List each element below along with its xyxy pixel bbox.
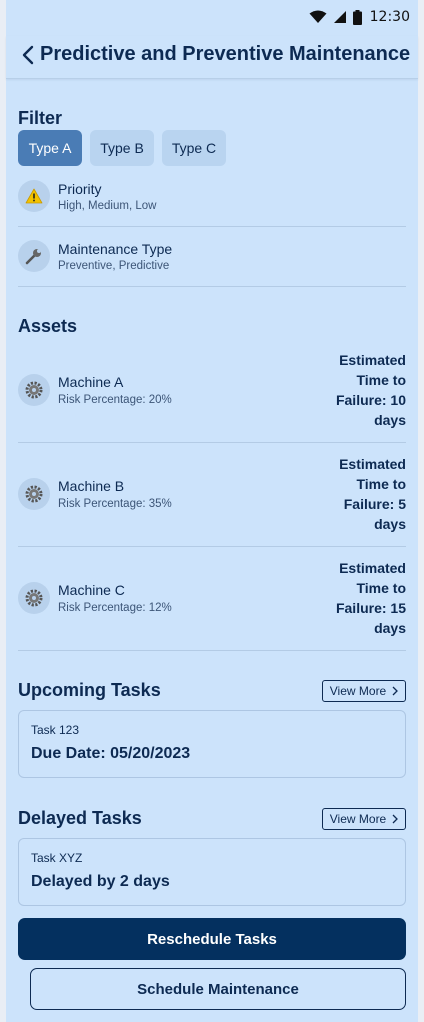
- view-more-label: View More: [329, 684, 387, 698]
- assets-heading: Assets: [18, 316, 78, 336]
- warning-icon-badge: [18, 180, 50, 212]
- asset-risk: Risk Percentage: 12%: [58, 602, 172, 614]
- asset-estimate: Estimated Time to Failure: 5 days: [306, 454, 406, 534]
- gear-icon-badge: [18, 374, 50, 406]
- chip-type-b[interactable]: Type B: [90, 130, 154, 166]
- asset-estimate: Estimated Time to Failure: 10 days: [306, 350, 406, 430]
- status-time: 12:30: [369, 9, 410, 25]
- back-arrow-icon[interactable]: [20, 44, 36, 66]
- upcoming-view-more-button[interactable]: View More: [322, 680, 406, 702]
- chevron-right-icon: [392, 686, 399, 696]
- gear-icon: [25, 589, 43, 607]
- filter-maintenance-type[interactable]: Maintenance Type Preventive, Predictive: [18, 226, 406, 287]
- signal-icon: [333, 11, 346, 23]
- asset-risk: Risk Percentage: 35%: [58, 498, 172, 510]
- chip-type-a[interactable]: Type A: [18, 130, 82, 166]
- task-id: Task XYZ: [31, 851, 83, 865]
- estimate-line: Failure: 15: [335, 600, 406, 616]
- estimate-line: Failure: 10: [335, 392, 406, 408]
- app-bar: Predictive and Preventive Maintenance: [6, 36, 418, 79]
- schedule-maintenance-button[interactable]: Schedule Maintenance: [30, 968, 406, 1010]
- reschedule-tasks-button[interactable]: Reschedule Tasks: [18, 918, 406, 960]
- delayed-tasks-heading: Delayed Tasks: [18, 808, 142, 828]
- gear-icon: [25, 485, 43, 503]
- filter-item-title: Maintenance Type: [58, 241, 173, 257]
- gear-icon-badge: [18, 478, 50, 510]
- task-id: Task 123: [31, 723, 80, 737]
- asset-row-machine-b[interactable]: Machine B Risk Percentage: 35% Estimated…: [18, 442, 406, 547]
- asset-risk: Risk Percentage: 20%: [58, 394, 172, 406]
- upcoming-tasks-heading: Upcoming Tasks: [18, 680, 161, 700]
- asset-row-machine-c[interactable]: Machine C Risk Percentage: 12% Estimated…: [18, 546, 406, 651]
- asset-estimate: Estimated Time to Failure: 15 days: [306, 558, 406, 638]
- task-due-date: Due Date: 05/20/2023: [31, 745, 191, 762]
- estimate-line: Estimated: [339, 560, 406, 576]
- estimate-line: Time to: [356, 476, 406, 492]
- filter-item-subtitle: Preventive, Predictive: [58, 260, 170, 272]
- chevron-right-icon: [392, 814, 399, 824]
- filter-heading: Filter: [18, 108, 63, 128]
- estimate-line: days: [374, 620, 406, 636]
- filter-priority[interactable]: Priority High, Medium, Low: [18, 170, 406, 227]
- asset-name: Machine A: [58, 374, 124, 390]
- estimate-line: Time to: [356, 372, 406, 388]
- filter-item-title: Priority: [58, 181, 102, 197]
- warning-icon: [25, 188, 43, 204]
- view-more-label: View More: [329, 812, 387, 826]
- page-title: Predictive and Preventive Maintenance: [40, 43, 411, 65]
- asset-name: Machine B: [58, 478, 125, 494]
- wifi-icon: [309, 10, 327, 23]
- estimate-line: Estimated: [339, 352, 406, 368]
- wrench-icon: [25, 249, 41, 265]
- status-icons: 12:30: [309, 9, 410, 25]
- status-bar: 12:30: [6, 0, 418, 36]
- asset-row-machine-a[interactable]: Machine A Risk Percentage: 20% Estimated…: [18, 338, 406, 443]
- estimate-line: Estimated: [339, 456, 406, 472]
- gear-icon-badge: [18, 582, 50, 614]
- estimate-line: Failure: 5: [343, 496, 406, 512]
- chip-type-c[interactable]: Type C: [162, 130, 226, 166]
- delayed-view-more-button[interactable]: View More: [322, 808, 406, 830]
- battery-icon: [352, 9, 362, 25]
- task-delay: Delayed by 2 days: [31, 873, 170, 890]
- gear-icon: [25, 381, 43, 399]
- filter-item-subtitle: High, Medium, Low: [58, 200, 157, 212]
- upcoming-task-card[interactable]: Task 123 Due Date: 05/20/2023: [18, 710, 406, 778]
- delayed-task-card[interactable]: Task XYZ Delayed by 2 days: [18, 838, 406, 906]
- estimate-line: Time to: [356, 580, 406, 596]
- asset-name: Machine C: [58, 582, 125, 598]
- wrench-icon-badge: [18, 240, 50, 272]
- app-screen: 12:30 Predictive and Preventive Maintena…: [6, 0, 418, 1022]
- estimate-line: days: [374, 516, 406, 532]
- estimate-line: days: [374, 412, 406, 428]
